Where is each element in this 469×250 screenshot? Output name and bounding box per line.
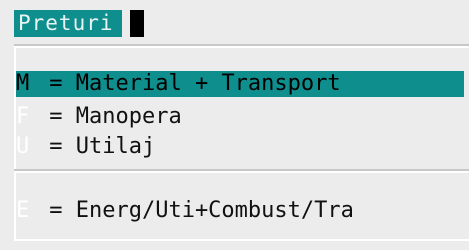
window-title: Preturi — [14, 10, 122, 37]
hotkey-m: M — [16, 71, 30, 96]
menu-item-label: = Utilaj — [36, 134, 156, 159]
title-bar: Preturi — [14, 10, 144, 37]
menu-item-utilaj[interactable]: U = Utilaj — [16, 134, 155, 160]
menu-item-energ-combust[interactable]: E = Energ/Uti+Combust/Tra — [16, 198, 354, 224]
menu-item-manopera[interactable]: F = Manopera — [16, 104, 182, 130]
menu-item-label: = Manopera — [36, 104, 182, 129]
menu-divider — [14, 169, 469, 173]
hotkey-e: E — [16, 198, 30, 223]
menu-item-label: = Energ/Uti+Combust/Tra — [36, 198, 354, 223]
text-cursor — [129, 10, 144, 37]
hotkey-u: U — [16, 134, 30, 159]
menu-item-material-transport[interactable]: M = Material + Transport — [16, 71, 464, 97]
prices-menu-window: Preturi M = Material + Transport F = Man… — [0, 0, 469, 250]
hotkey-f: F — [16, 104, 30, 129]
menu-item-label: = Material + Transport — [36, 71, 341, 96]
